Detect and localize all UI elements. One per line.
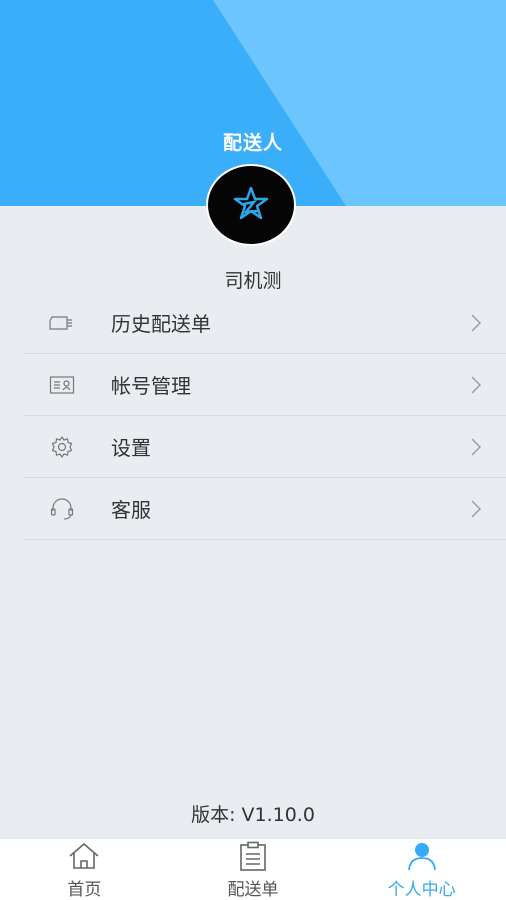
bottom-tab-bar: 首页 配送单 个人中心 (0, 838, 506, 900)
avatar-logo-icon (233, 186, 269, 220)
menu-item-customer-service[interactable]: 客服 (24, 478, 506, 540)
menu-list: 历史配送单 帐号管理 设置 客服 (24, 292, 506, 540)
header-title: 配送人 (222, 132, 283, 154)
menu-item-settings[interactable]: 设置 (24, 416, 506, 478)
username: 司机测 (224, 270, 282, 292)
chevron-right-icon (471, 438, 481, 455)
gear-icon (48, 435, 76, 458)
tab-label: 个人中心 (387, 880, 456, 900)
truck-icon (48, 312, 76, 334)
chevron-right-icon (471, 376, 481, 393)
chevron-right-icon (471, 500, 481, 517)
menu-item-label: 历史配送单 (111, 312, 211, 336)
avatar[interactable] (206, 164, 296, 246)
home-icon (69, 843, 99, 869)
tab-personal-center[interactable]: 个人中心 (337, 839, 506, 900)
clipboard-icon (240, 841, 266, 871)
headset-icon (48, 497, 76, 520)
tab-label: 配送单 (227, 880, 279, 900)
chevron-right-icon (471, 314, 481, 331)
tab-delivery-orders[interactable]: 配送单 (169, 839, 338, 900)
version-text: 版本: V1.10.0 (191, 804, 315, 826)
menu-item-label: 设置 (111, 436, 151, 460)
user-icon (407, 843, 436, 871)
tab-home[interactable]: 首页 (0, 839, 169, 900)
tab-label: 首页 (67, 880, 102, 900)
menu-item-label: 客服 (111, 498, 151, 522)
menu-item-label: 帐号管理 (111, 374, 191, 398)
id-card-icon (48, 374, 76, 396)
menu-item-history[interactable]: 历史配送单 (24, 292, 506, 354)
menu-item-account[interactable]: 帐号管理 (24, 354, 506, 416)
